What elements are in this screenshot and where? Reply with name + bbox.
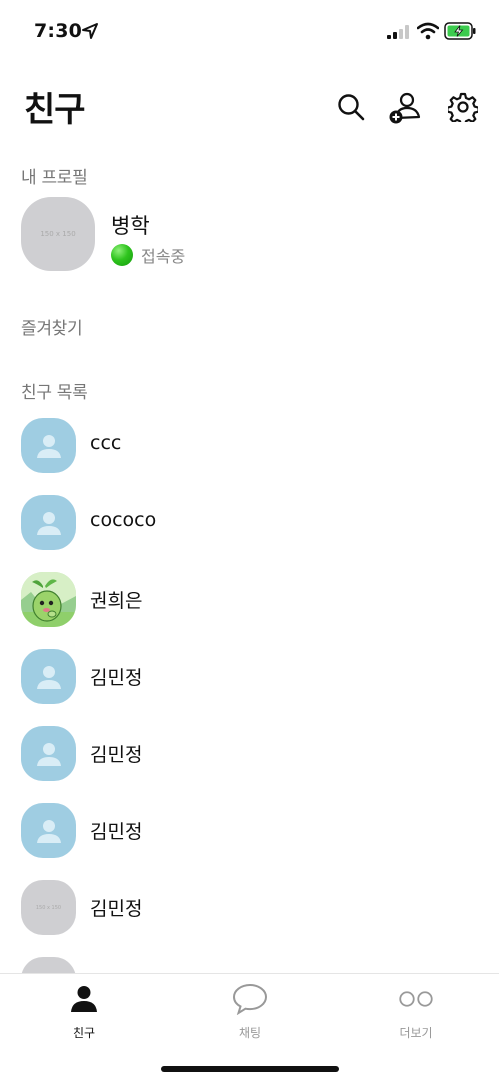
location-arrow-icon [82,23,98,39]
friend-row[interactable]: 김민정 [21,649,481,705]
avatar [21,418,76,473]
character-avatar-icon [21,572,76,627]
tab-label: 더보기 [399,1026,433,1040]
default-person-icon [36,742,61,766]
friend-name: ccc [90,432,122,454]
default-person-icon [36,665,61,689]
friend-name: 김민정 [90,744,143,766]
wifi-icon [417,22,439,40]
friend-row[interactable]: 권희은 [21,572,481,628]
section-label-my-profile: 내 프로필 [21,168,88,188]
status-bar: 7:30 [0,0,499,64]
tab-chats[interactable]: 채팅 [190,982,310,1044]
online-status-icon [111,244,133,266]
friend-row[interactable]: ccc [21,418,481,474]
tab-label: 친구 [72,1026,96,1040]
add-friend-icon [389,92,421,124]
avatar [21,572,76,627]
avatar: 150 x 150 [21,880,76,935]
page-title: 친구 [24,90,86,130]
avatar [21,495,76,550]
settings-button[interactable] [446,90,480,124]
friend-row[interactable]: cococo [21,495,481,551]
chat-bubble-icon [232,983,268,1015]
friend-name: 권희은 [90,590,143,612]
my-profile-status: 접속중 [111,244,185,266]
avatar [21,803,76,858]
friend-row-partial[interactable] [21,957,481,973]
friend-name: 김민정 [90,898,143,920]
default-person-icon [36,819,61,843]
status-time: 7:30 [34,20,83,42]
tab-bar: 친구 채팅 더보기 [0,973,499,1081]
friend-row[interactable]: 김민정 [21,726,481,782]
friend-name: 김민정 [90,667,143,689]
avatar: 150 x 150 [21,197,95,271]
friend-name: 김민정 [90,821,143,843]
settings-gear-icon [448,92,478,122]
signal-icon [387,25,409,39]
person-icon [71,986,97,1012]
default-person-icon [36,434,61,458]
friend-row[interactable]: 150 x 150 김민정 [21,880,481,936]
add-friend-button[interactable] [388,90,422,124]
my-profile[interactable]: 150 x 150 병학 접속중 [21,197,481,273]
friend-row[interactable]: 김민정 [21,803,481,859]
search-icon [338,94,365,121]
section-label-friends: 친구 목록 [21,383,88,403]
avatar-placeholder-text: 150 x 150 [35,904,62,911]
tab-label: 채팅 [238,1026,262,1040]
home-indicator [161,1066,339,1072]
tab-friends[interactable]: 친구 [24,982,144,1044]
battery-charging-icon [444,22,476,40]
search-button[interactable] [334,90,368,124]
avatar-placeholder-text: 150 x 150 [40,230,76,238]
my-profile-name: 병학 [111,214,150,238]
status-text: 접속중 [141,247,186,266]
avatar [21,649,76,704]
tab-more[interactable]: 더보기 [356,982,476,1044]
default-person-icon [36,511,61,535]
friend-name: cococo [90,509,157,531]
more-circles-icon [399,991,433,1007]
avatar [21,726,76,781]
section-label-favorites: 즐겨찾기 [21,319,83,339]
avatar [21,957,76,973]
